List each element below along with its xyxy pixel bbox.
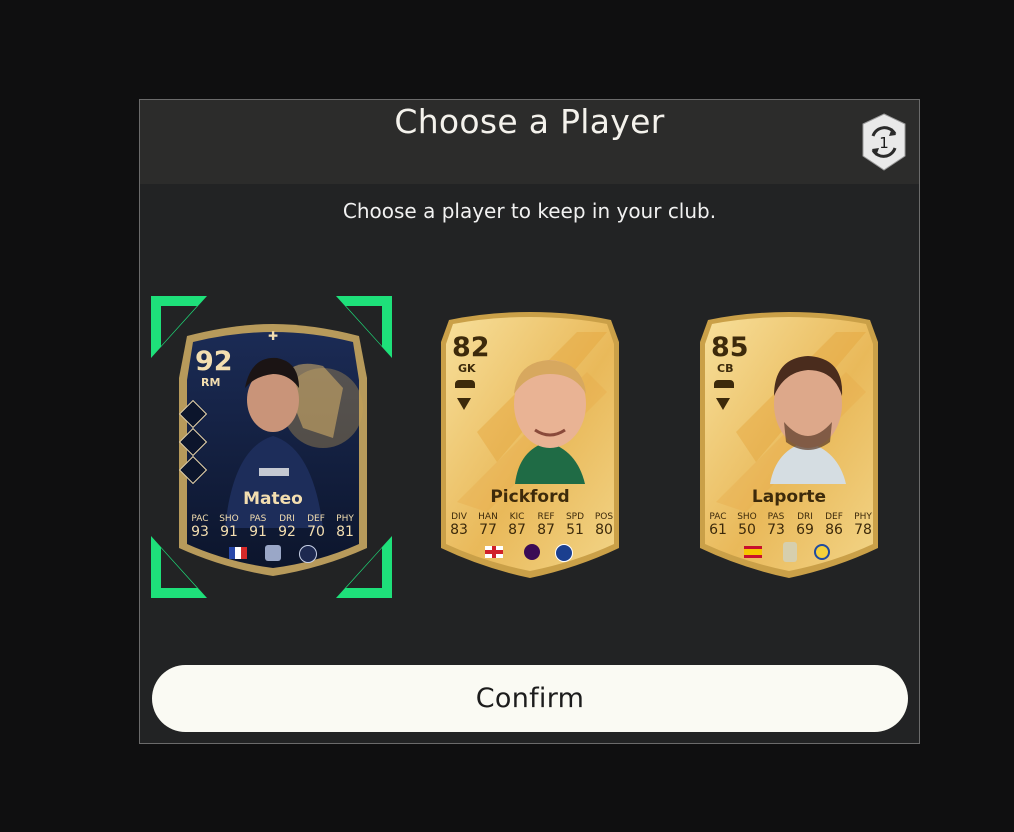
rank-chevron-icon — [716, 398, 730, 410]
stat-value: 93 — [191, 524, 209, 540]
stat-label: HAN — [478, 512, 498, 522]
stat-value: 69 — [796, 522, 814, 538]
stat-label: PAS — [249, 514, 267, 524]
player-card-mateo[interactable]: ✚ 92 RM Mateo PAC SHO PAS DRI DEF PHY 93… — [151, 296, 392, 598]
saudi-pro-league-icon — [783, 542, 797, 562]
card-rating: 82 — [452, 332, 490, 363]
stat-value: 77 — [479, 522, 497, 538]
modal-title: Choose a Player — [394, 102, 665, 141]
stat-label: PHY — [336, 514, 354, 524]
spain-flag-icon — [744, 546, 762, 558]
rank-chevron-icon — [457, 398, 471, 410]
england-flag-icon — [485, 546, 503, 558]
player-card-laporte[interactable]: 85 CB Laporte PAC SHO PAS DRI DEF PHY 61… — [696, 312, 882, 582]
swap-count-icon: 1 — [859, 112, 909, 172]
al-nassr-crest-icon — [814, 544, 830, 560]
card-position: RM — [201, 376, 221, 389]
card-position: CB — [717, 362, 734, 375]
stat-value: 91 — [220, 524, 238, 540]
toty-card: ✚ 92 RM Mateo PAC SHO PAS DRI DEF PHY 93… — [173, 318, 373, 580]
card-rating: 92 — [195, 346, 233, 377]
stat-label: KIC — [509, 512, 525, 522]
stat-label: POS — [594, 512, 614, 522]
card-player-name: Mateo — [243, 489, 303, 509]
stat-label: SHO — [219, 514, 239, 524]
stat-label: PHY — [854, 512, 872, 522]
stat-value: 73 — [767, 522, 785, 538]
everton-crest-icon — [555, 544, 573, 562]
stat-value: 87 — [537, 522, 555, 538]
boot-icon — [455, 380, 475, 388]
france-flag-icon — [229, 547, 247, 559]
stat-value: 70 — [307, 524, 325, 540]
stat-value: 91 — [249, 524, 267, 540]
card-rating: 85 — [711, 332, 749, 363]
boot-icon — [714, 380, 734, 388]
confirm-button[interactable]: Confirm — [152, 665, 908, 732]
stat-label: DEF — [825, 512, 843, 522]
arkema-league-icon — [265, 545, 281, 561]
stat-value: 83 — [450, 522, 468, 538]
stat-value: 92 — [278, 524, 296, 540]
stat-value: 81 — [336, 524, 354, 540]
svg-text:✚: ✚ — [268, 329, 278, 343]
card-player-name: Laporte — [751, 487, 827, 507]
stat-label: REF — [537, 512, 555, 522]
premier-league-icon — [524, 544, 540, 560]
stat-value: 78 — [854, 522, 872, 538]
modal-header: Choose a Player 1 — [140, 100, 919, 184]
stat-value: 51 — [566, 522, 584, 538]
stat-label: PAC — [191, 514, 209, 524]
stat-value: 80 — [595, 522, 613, 538]
stat-label: SPD — [565, 512, 585, 522]
stat-label: PAS — [767, 512, 785, 522]
stat-value: 86 — [825, 522, 843, 538]
player-card-pickford[interactable]: 82 GK Pickford DIV HAN KIC REF SPD POS 8… — [437, 312, 623, 582]
stat-value: 61 — [709, 522, 727, 538]
stat-label: DEF — [307, 514, 325, 524]
stat-label: SHO — [737, 512, 757, 522]
card-player-name: Pickford — [490, 487, 570, 507]
stat-label: DRI — [279, 514, 295, 524]
stat-value: 87 — [508, 522, 526, 538]
stat-label: DRI — [797, 512, 813, 522]
modal-subtitle: Choose a player to keep in your club. — [342, 199, 717, 223]
card-position: GK — [458, 362, 476, 375]
swap-count: 1 — [879, 134, 889, 152]
stat-value: 50 — [738, 522, 756, 538]
choose-player-modal: Choose a Player 1 Choose a player to kee… — [139, 99, 920, 744]
stat-label: DIV — [451, 512, 467, 522]
stat-label: PAC — [709, 512, 727, 522]
paris-fc-crest-icon — [299, 545, 317, 563]
